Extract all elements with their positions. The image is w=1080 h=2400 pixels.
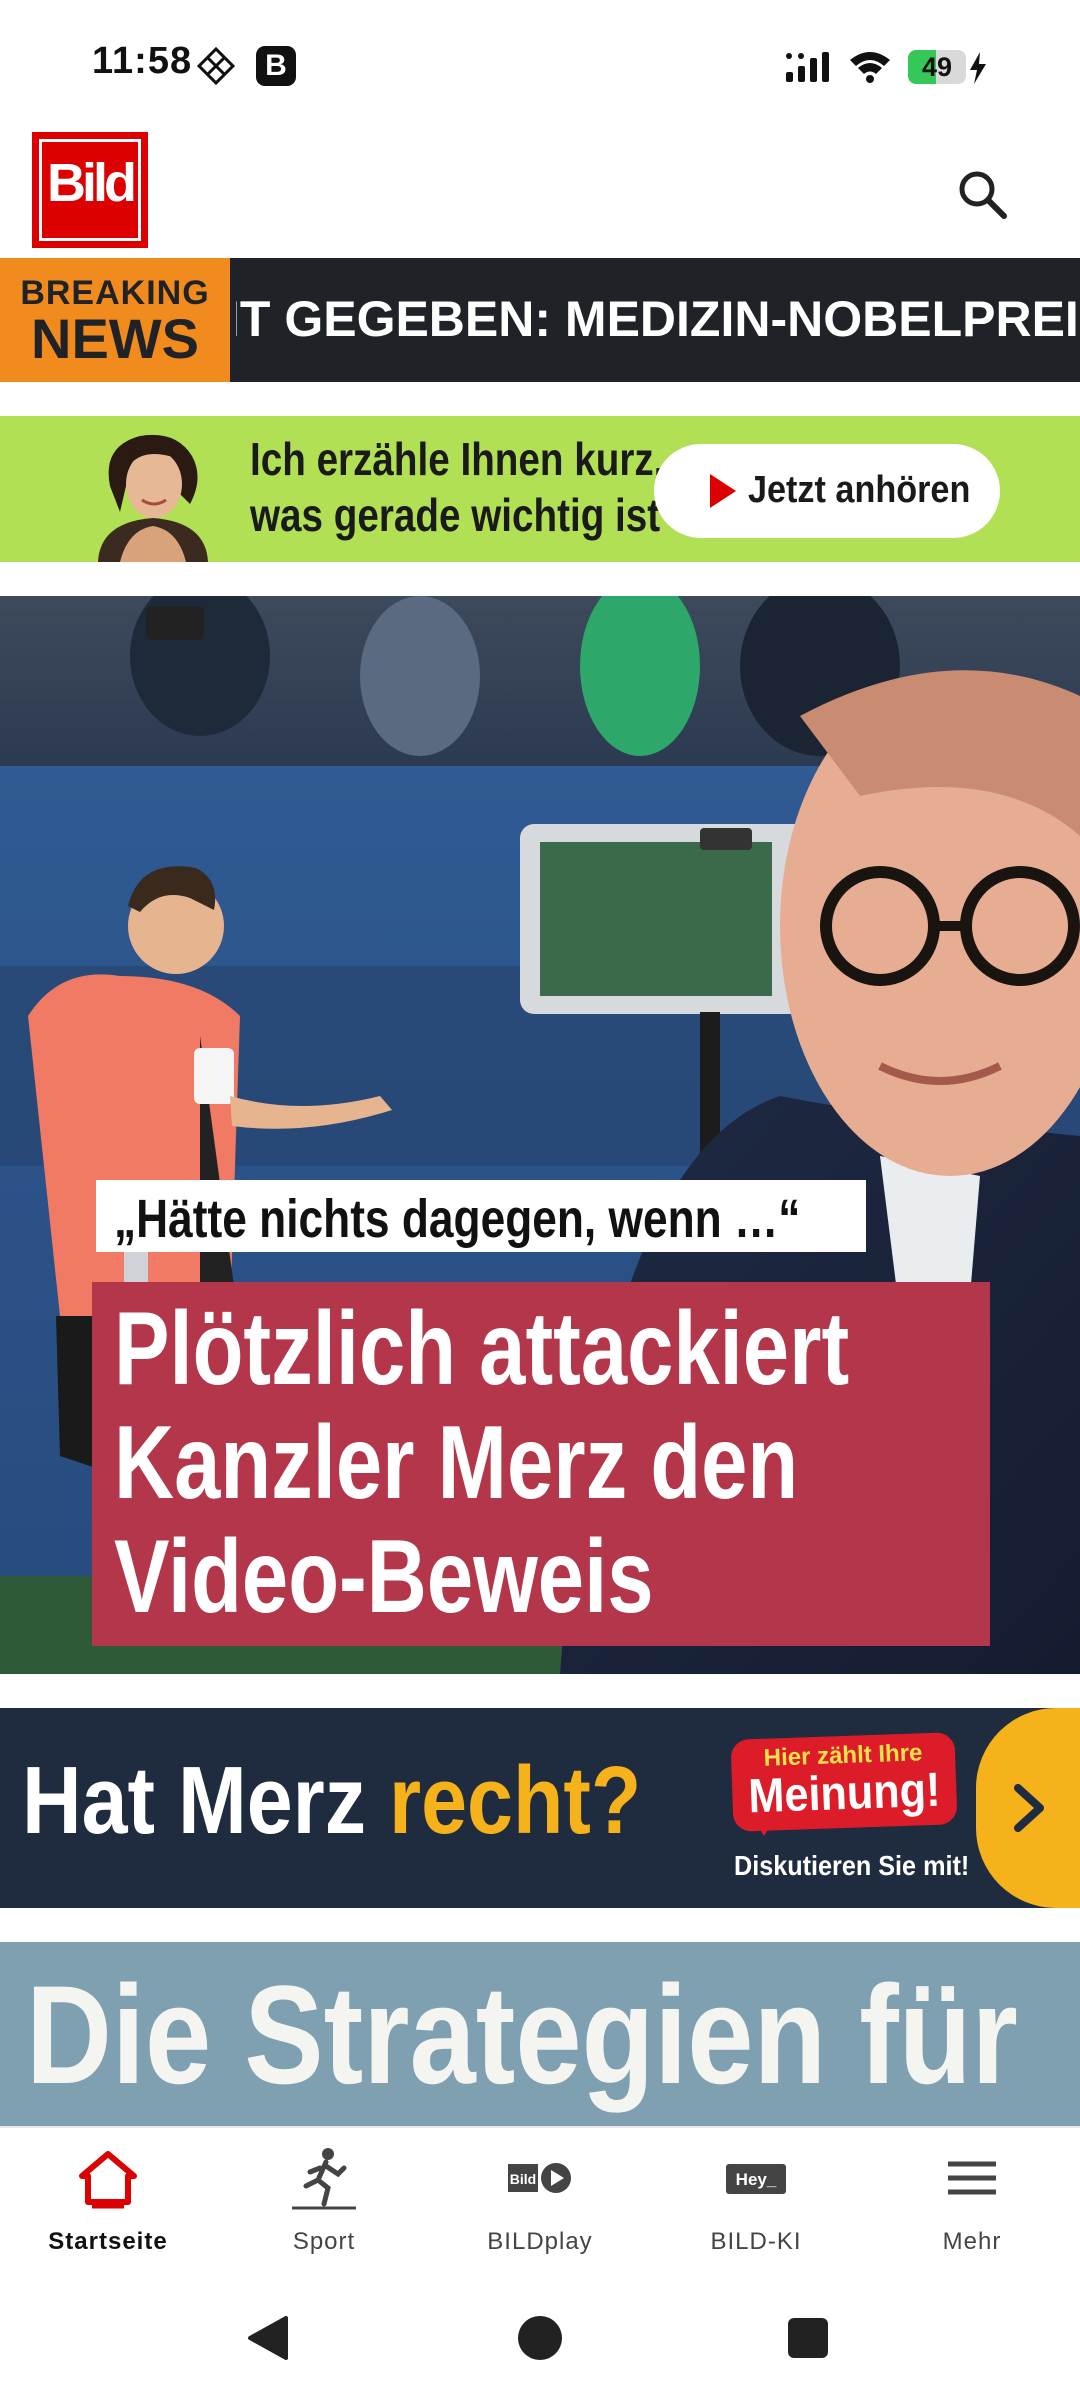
- nav-item-mehr[interactable]: Mehr: [864, 2128, 1080, 2280]
- nav-label-bild-ki: BILD-KI: [710, 2228, 802, 2255]
- bild-logo-text: Bild: [47, 153, 137, 213]
- nav-item-startseite[interactable]: Startseite: [0, 2128, 216, 2280]
- breaking-news-ticker-text: IT GEGEBEN: MEDIZIN-NOBELPREIS FÜR JA: [236, 291, 1080, 347]
- play-icon: [710, 474, 736, 508]
- bild-logo[interactable]: Bild: [32, 132, 148, 248]
- hero-headline-line1: Plötzlich attackiert: [114, 1291, 850, 1407]
- audio-promo-line1: Ich erzähle Ihnen kurz,: [250, 433, 665, 485]
- bottom-navigation: Startseite Sport Bild BILDplay Hey_ BILD…: [0, 2126, 1080, 2280]
- charging-bolt-icon: [970, 52, 986, 84]
- hero-headline[interactable]: Plötzlich attackiert Kanzler Merz den Vi…: [92, 1282, 990, 1646]
- hey-icon-text: Hey_: [736, 2170, 777, 2189]
- nav-label-mehr: Mehr: [942, 2228, 1002, 2255]
- presenter-avatar: [98, 434, 208, 562]
- discuss-cta[interactable]: Diskutieren Sie mit!: [734, 1850, 969, 1882]
- menu-icon: [948, 2161, 996, 2195]
- nav-label-sport: Sport: [292, 2228, 356, 2255]
- chevron-right-icon: [1014, 1784, 1044, 1832]
- diamond-grid-icon: [196, 46, 236, 86]
- app-header: [0, 128, 1080, 258]
- breaking-label-line2: NEWS: [31, 307, 199, 370]
- opinion-question-part1: Hat Merz: [22, 1747, 390, 1854]
- home-icon: [79, 2151, 137, 2209]
- hero-headline-line2: Kanzler Merz den: [114, 1405, 799, 1521]
- next-article-title: Die Strategien für: [26, 1956, 1018, 2113]
- battery-icon: 49: [908, 50, 966, 84]
- hero-kicker-text: „Hätte nichts dagegen, wenn …“: [114, 1189, 801, 1249]
- wifi-icon: [850, 52, 890, 83]
- status-time: 11:58: [92, 40, 193, 82]
- system-navigation-bar: [0, 2278, 1080, 2400]
- opinion-question: Hat Merz recht?: [22, 1746, 641, 1856]
- hero-kicker[interactable]: „Hätte nichts dagegen, wenn …“: [96, 1180, 866, 1252]
- nav-item-bild-ki[interactable]: Hey_ BILD-KI: [648, 2128, 864, 2280]
- nav-item-bildplay[interactable]: Bild BILDplay: [432, 2128, 648, 2280]
- hero-headline-line3: Video-Beweis: [114, 1519, 654, 1635]
- signal-icon: [786, 52, 829, 82]
- opinion-question-part2: recht?: [389, 1747, 642, 1854]
- breaking-news-label: BREAKING NEWS: [0, 258, 230, 382]
- svg-text:Bild: Bild: [510, 2171, 536, 2187]
- breaking-news-ticker[interactable]: IT GEGEBEN: MEDIZIN-NOBELPREIS FÜR JA: [236, 290, 1080, 350]
- nav-item-sport[interactable]: Sport: [216, 2128, 432, 2280]
- bildplay-icon: Bild: [508, 2163, 571, 2193]
- nav-label-bildplay: BILDplay: [487, 2228, 593, 2255]
- b-app-badge: B: [256, 46, 296, 86]
- speech-bubble-tail: [750, 1814, 778, 1836]
- next-article-teaser[interactable]: Die Strategien für: [0, 1942, 1080, 2126]
- hey-icon: Hey_: [726, 2164, 786, 2194]
- recents-icon[interactable]: [786, 2316, 830, 2360]
- home-circle-icon[interactable]: [516, 2314, 564, 2362]
- battery-percentage: 49: [921, 52, 953, 82]
- listen-now-button[interactable]: Jetzt anhören: [654, 444, 1000, 538]
- listen-now-label: Jetzt anhören: [748, 469, 971, 511]
- audio-promo-line2: was gerade wichtig ist: [250, 489, 661, 541]
- search-icon[interactable]: [956, 168, 1010, 222]
- back-icon[interactable]: [246, 2314, 290, 2362]
- nav-label-startseite: Startseite: [48, 2228, 168, 2255]
- runner-icon: [292, 2148, 356, 2210]
